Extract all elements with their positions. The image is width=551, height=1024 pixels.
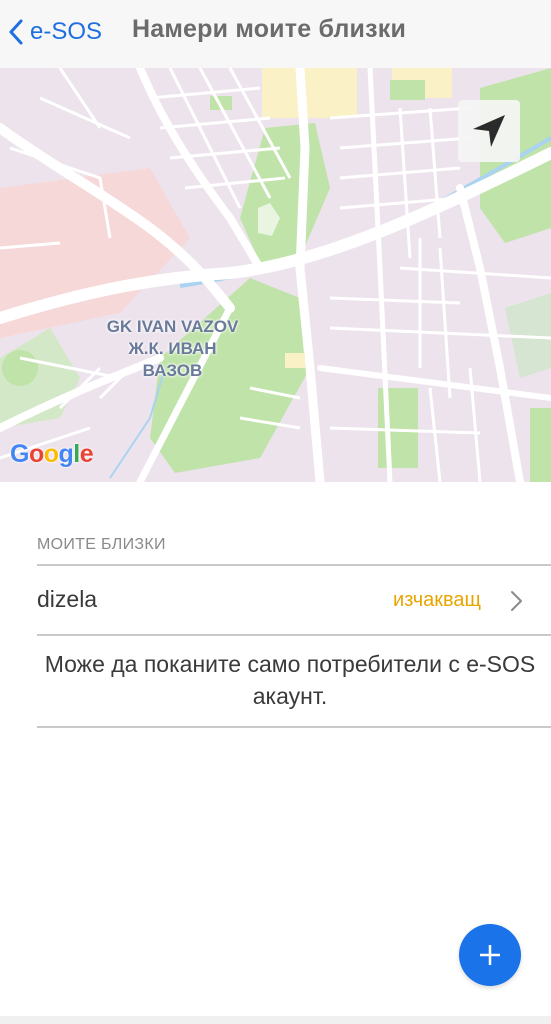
add-contact-button[interactable] xyxy=(459,924,521,986)
divider xyxy=(37,726,551,728)
plus-icon xyxy=(480,945,500,965)
map-area-label-line3: ВАЗОВ xyxy=(142,361,203,380)
google-logo-letter: g xyxy=(58,440,74,468)
navigation-bar: e-SOS Намери моите близки xyxy=(0,0,551,64)
google-logo-letter: o xyxy=(43,440,59,468)
divider xyxy=(37,634,551,636)
google-logo-letter: o xyxy=(28,440,44,468)
invite-hint: Може да поканите само потребители с e-SO… xyxy=(44,651,536,709)
google-logo-letter: G xyxy=(10,440,29,468)
divider xyxy=(37,564,551,566)
contact-name: dizela xyxy=(37,586,98,612)
map-area-label: GK IVAN VAZOV Ж.К. ИВАН ВАЗОВ xyxy=(100,316,245,382)
chevron-right-icon xyxy=(511,591,522,611)
contact-status-badge: изчакващ xyxy=(393,589,481,611)
contact-row[interactable]: dizela изчакващ xyxy=(37,568,551,634)
section-header: МОИТЕ БЛИЗКИ xyxy=(37,536,166,553)
page-title: Намери моите близки xyxy=(132,15,407,43)
back-button-label: e-SOS xyxy=(30,18,103,45)
map-area-label-line1: GK IVAN VAZOV xyxy=(106,317,239,336)
navigation-arrow-icon xyxy=(473,115,505,147)
back-button[interactable]: e-SOS xyxy=(8,16,102,48)
map-area-label-line2: Ж.К. ИВАН xyxy=(128,339,217,358)
locate-me-button[interactable] xyxy=(458,100,520,162)
bottom-bar xyxy=(0,1016,551,1024)
google-logo: Google xyxy=(10,440,94,469)
chevron-left-icon xyxy=(9,19,23,45)
map-view[interactable]: GK IVAN VAZOV Ж.К. ИВАН ВАЗОВ Google xyxy=(0,68,551,482)
google-logo-letter: e xyxy=(79,440,94,468)
